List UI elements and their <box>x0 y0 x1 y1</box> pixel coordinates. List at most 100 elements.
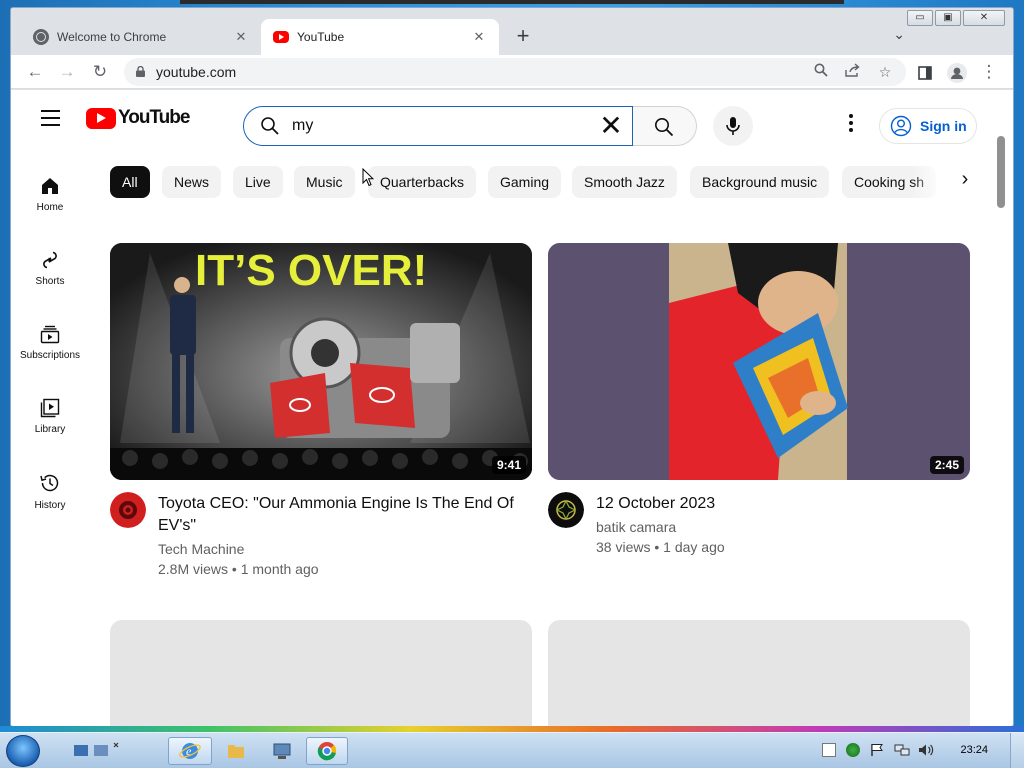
search-query: my <box>292 117 314 134</box>
voice-search-button[interactable] <box>713 106 753 146</box>
rail-label: Library <box>34 424 66 435</box>
close-icon[interactable]: ✕ <box>471 29 487 45</box>
youtube-favicon-icon <box>273 31 289 43</box>
rail-label: Home <box>36 202 64 213</box>
video-title-line: Toyota CEO: "Our Ammonia Engine Is The E… <box>158 495 514 512</box>
loading-thumbnail-placeholder <box>548 620 970 726</box>
history-icon <box>40 474 59 492</box>
chrome-window: Welcome to Chrome ✕ YouTube ✕ + ⌄ ▭ ▣ ✕ … <box>11 8 1013 726</box>
chip-background-music[interactable]: Background music <box>690 166 830 198</box>
video-title[interactable]: Toyota CEO: "Our Ammonia Engine Is The E… <box>158 493 514 537</box>
window-close-button[interactable]: ✕ <box>963 10 1005 26</box>
rail-item-history[interactable]: History <box>15 472 85 511</box>
taskbar-chrome[interactable] <box>306 737 348 765</box>
account-circle-icon <box>890 115 912 137</box>
tab-search-chevron-icon[interactable]: ⌄ <box>893 26 905 43</box>
search-icon <box>261 117 279 135</box>
url-text: youtube.com <box>156 64 237 80</box>
taskbar-internet-explorer[interactable]: e <box>168 737 212 765</box>
video-meta: 38 views • 1 day ago <box>596 539 725 555</box>
rail-item-subscriptions[interactable]: Subscriptions <box>15 324 85 361</box>
reload-icon[interactable]: ↻ <box>88 61 112 85</box>
tray-document-icon[interactable] <box>822 743 836 757</box>
chevron-right-icon[interactable]: › <box>953 168 977 191</box>
taskbar-remote-desktop[interactable] <box>262 737 302 765</box>
show-desktop-button[interactable] <box>1010 733 1024 768</box>
side-panel-icon[interactable] <box>913 61 937 85</box>
settings-kebab-icon[interactable] <box>841 114 861 138</box>
start-button[interactable] <box>6 735 40 767</box>
tab-title: YouTube <box>297 30 345 44</box>
channel-name[interactable]: Tech Machine <box>158 541 244 557</box>
hamburger-menu-icon[interactable] <box>41 110 60 126</box>
tray-network-icon[interactable] <box>894 743 910 757</box>
tab-welcome[interactable]: Welcome to Chrome ✕ <box>21 19 261 55</box>
channel-avatar[interactable] <box>110 492 146 528</box>
shorts-icon <box>43 251 57 269</box>
globe-icon <box>33 29 49 45</box>
rail-label: Shorts <box>35 276 65 287</box>
search-input[interactable]: my ✕ <box>243 106 633 146</box>
youtube-page: YouTube my ✕ Sign in Home Shorts Subscri… <box>11 90 1013 726</box>
bookmark-star-icon[interactable]: ☆ <box>874 62 896 82</box>
rail-label: History <box>34 500 66 511</box>
desktop-edge <box>180 0 844 4</box>
duration-badge: 2:45 <box>929 456 964 474</box>
channel-name[interactable]: batik camara <box>596 519 676 535</box>
zoom-icon[interactable] <box>810 62 832 82</box>
chip-news[interactable]: News <box>162 166 222 198</box>
thumbnail-image <box>548 243 970 480</box>
chip-gaming[interactable]: Gaming <box>488 166 562 198</box>
chip-quarterbacks[interactable]: Quarterbacks <box>368 166 477 198</box>
home-icon <box>42 178 58 194</box>
tray-flag-icon[interactable] <box>870 743 884 757</box>
search-button[interactable] <box>633 106 697 146</box>
share-icon[interactable] <box>842 62 864 82</box>
mouse-cursor-icon <box>362 168 374 187</box>
minimize-button[interactable]: ▭ <box>907 10 933 26</box>
youtube-play-icon <box>86 107 116 129</box>
tab-youtube[interactable]: YouTube ✕ <box>261 19 499 55</box>
duration-badge: 9:41 <box>491 456 526 474</box>
tray-security-icon[interactable] <box>846 743 860 757</box>
microphone-icon <box>726 117 740 135</box>
tab-title: Welcome to Chrome <box>57 30 167 44</box>
video-title-line: EV's" <box>158 517 197 534</box>
sign-in-button[interactable]: Sign in <box>879 108 977 144</box>
new-tab-button[interactable]: + <box>511 24 535 48</box>
profile-avatar-icon[interactable] <box>945 61 969 85</box>
back-arrow-icon[interactable]: ← <box>23 61 47 85</box>
video-title[interactable]: 12 October 2023 <box>596 493 715 515</box>
forward-arrow-icon[interactable]: → <box>55 61 79 85</box>
chip-all[interactable]: All <box>110 166 150 198</box>
close-icon[interactable]: ✕ <box>233 29 249 45</box>
browser-toolbar: ← → ↻ youtube.com ☆ ⋮ <box>11 55 1013 89</box>
chrome-menu-icon[interactable]: ⋮ <box>977 61 1001 85</box>
thumbnail-image: IT’S OVER! <box>110 243 532 480</box>
tray-volume-icon[interactable] <box>918 743 934 757</box>
address-bar[interactable]: youtube.com ☆ <box>124 58 906 86</box>
video-thumbnail[interactable]: 2:45 <box>548 243 970 480</box>
youtube-logo[interactable]: YouTube <box>86 107 190 129</box>
taskbar-clock[interactable]: 23:24 <box>960 744 988 756</box>
sign-in-label: Sign in <box>920 118 967 134</box>
chip-music[interactable]: Music <box>294 166 355 198</box>
clear-search-icon[interactable]: ✕ <box>596 111 626 141</box>
video-meta: 2.8M views • 1 month ago <box>158 561 319 577</box>
quick-launch-icons[interactable] <box>70 737 122 765</box>
chip-smooth-jazz[interactable]: Smooth Jazz <box>572 166 677 198</box>
rail-item-shorts[interactable]: Shorts <box>15 250 85 287</box>
chip-live[interactable]: Live <box>233 166 283 198</box>
subscriptions-icon <box>40 325 60 344</box>
page-scrollbar[interactable] <box>997 136 1005 208</box>
channel-avatar[interactable] <box>548 492 584 528</box>
maximize-button[interactable]: ▣ <box>935 10 961 26</box>
logo-text: YouTube <box>118 107 190 128</box>
thumbnail-headline: IT’S OVER! <box>195 246 427 295</box>
taskbar-file-explorer[interactable] <box>216 737 256 765</box>
search-icon <box>655 118 674 137</box>
rail-item-library[interactable]: Library <box>15 398 85 435</box>
library-icon <box>40 398 60 418</box>
video-thumbnail[interactable]: IT’S OVER! 9:41 <box>110 243 532 480</box>
rail-item-home[interactable]: Home <box>15 176 85 213</box>
